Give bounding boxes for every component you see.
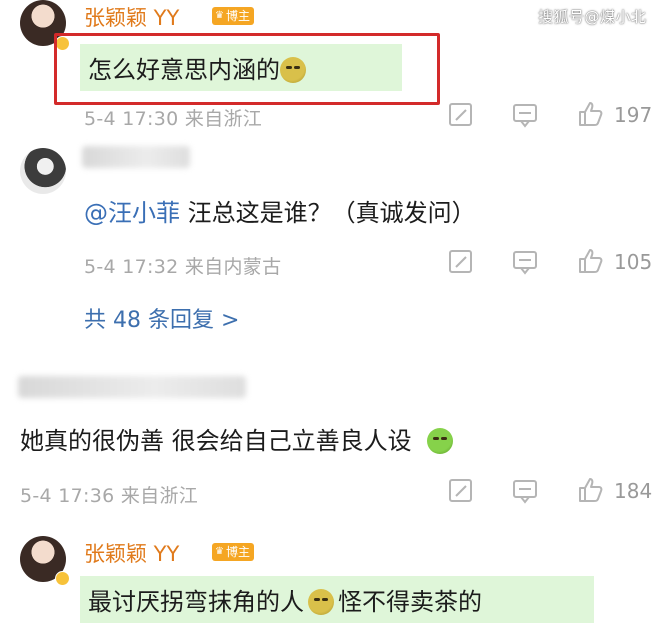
blogger-badge: ♛ 博主	[212, 543, 254, 561]
share-icon[interactable]	[448, 478, 474, 504]
like-icon[interactable]	[577, 101, 603, 127]
username[interactable]: 张颖颖 YY	[84, 538, 179, 568]
crown-icon: ♛	[215, 546, 224, 557]
verified-badge-icon	[55, 571, 70, 586]
comment-meta: 5-4 17:30 来自浙江	[84, 104, 262, 131]
highlight-box	[54, 33, 440, 105]
dizzy-face-emoji-icon	[308, 589, 334, 615]
username[interactable]: 张颖颖 YY	[84, 2, 179, 32]
like-icon[interactable]	[577, 477, 603, 503]
comment-time: 5-4 17:36	[20, 485, 115, 507]
share-icon[interactable]	[448, 102, 474, 128]
comment-body: 汪总这是谁？（真诚发问）	[187, 199, 476, 227]
watermark-text: 搜狐号@煤小北	[538, 8, 647, 26]
vomiting-face-emoji-icon	[427, 428, 454, 454]
blurred-username	[82, 146, 190, 168]
like-count: 105	[614, 250, 653, 274]
badge-label: 博主	[225, 545, 250, 559]
blurred-username	[18, 376, 246, 398]
share-icon[interactable]	[448, 249, 474, 275]
comment-meta: 5-4 17:32 来自内蒙古	[84, 252, 281, 279]
like-count: 197	[614, 103, 653, 127]
comment-text: 最讨厌拐弯抹角的人 怪不得卖茶的	[80, 576, 594, 623]
comment-meta: 5-4 17:36 来自浙江	[20, 481, 198, 508]
avatar[interactable]	[20, 148, 66, 194]
comment-text: @汪小菲 汪总这是谁？（真诚发问）	[84, 193, 476, 228]
comment-body-part1: 最讨厌拐弯抹角的人	[88, 588, 304, 616]
comment-location: 来自浙江	[184, 108, 263, 130]
view-replies-link[interactable]: 共 48 条回复 >	[84, 302, 239, 334]
comment-location: 来自内蒙古	[184, 256, 282, 278]
mention-link[interactable]: @汪小菲	[84, 199, 180, 227]
comment-body: 她真的很伪善 很会给自己立善良人设	[20, 427, 412, 455]
comment-icon[interactable]	[512, 102, 538, 128]
like-icon[interactable]	[577, 248, 603, 274]
crown-icon: ♛	[215, 10, 224, 21]
like-count: 184	[614, 479, 653, 503]
badge-label: 博主	[225, 9, 250, 23]
comment-time: 5-4 17:30	[84, 108, 179, 130]
comment-body-part2: 怪不得卖茶的	[338, 588, 482, 616]
comment-time: 5-4 17:32	[84, 256, 179, 278]
comment-text: 她真的很伪善 很会给自己立善良人设	[20, 421, 454, 456]
comment-icon[interactable]	[512, 249, 538, 275]
comment-icon[interactable]	[512, 478, 538, 504]
blogger-badge: ♛ 博主	[212, 7, 254, 25]
comment-location: 来自浙江	[120, 485, 199, 507]
